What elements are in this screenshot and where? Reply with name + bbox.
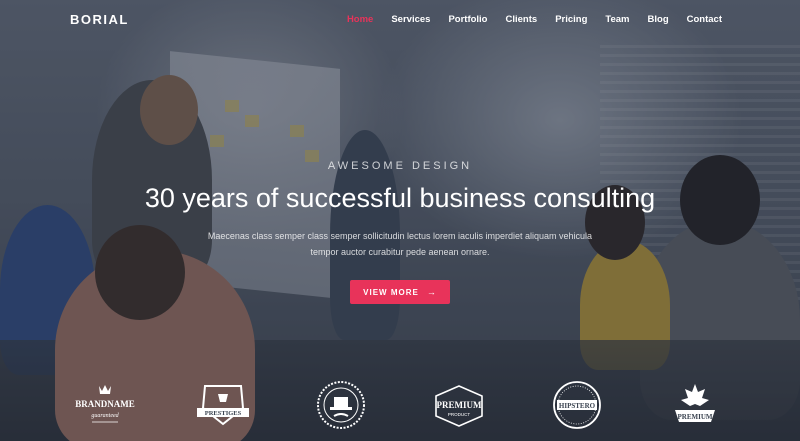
hipstero-logo: HIPSTERO (542, 376, 612, 434)
hero-section: BORIAL Home Services Portfolio Clients P… (0, 0, 800, 441)
nav-item-services[interactable]: Services (391, 14, 430, 25)
prestiges-logo: PRESTIGES (188, 376, 258, 434)
nav-menu: Home Services Portfolio Clients Pricing … (329, 14, 722, 25)
view-more-button[interactable]: VIEW MORE → (350, 280, 450, 304)
hat-badge-logo (306, 376, 376, 434)
brandname-logo: BRANDNAME guaranteed (70, 376, 140, 434)
brand-logo[interactable]: BORIAL (70, 12, 129, 27)
premium-product-logo-text: PREMIUM (437, 400, 482, 410)
nav-item-team[interactable]: Team (605, 14, 629, 25)
brandname-logo-text: BRANDNAME (75, 399, 135, 409)
nav-item-contact[interactable]: Contact (687, 14, 722, 25)
nav-item-portfolio[interactable]: Portfolio (448, 14, 487, 25)
nav-item-home[interactable]: Home (347, 14, 373, 25)
brandname-logo-tagline: guaranteed (91, 413, 119, 419)
hero-eyebrow: AWESOME DESIGN (327, 160, 473, 172)
premium-product-logo: PREMIUM PRODUCT (424, 376, 494, 434)
nav-item-blog[interactable]: Blog (648, 14, 669, 25)
nav-item-pricing[interactable]: Pricing (555, 14, 587, 25)
hero-headline: 30 years of successful business consulti… (144, 183, 656, 213)
prestiges-logo-text: PRESTIGES (205, 410, 242, 417)
premium-product-logo-tagline: PRODUCT (448, 412, 471, 417)
navbar: BORIAL Home Services Portfolio Clients P… (0, 0, 800, 40)
view-more-label: VIEW MORE (363, 287, 419, 297)
hero-subtext: Maecenas class semper class semper solli… (207, 231, 593, 257)
arrow-right-icon: → (426, 287, 437, 297)
nav-item-clients[interactable]: Clients (506, 14, 538, 25)
premium-leaf-logo: PREMIUM (660, 376, 730, 434)
client-logos: BRANDNAME guaranteed PRESTIGES PREMIUM P… (50, 375, 750, 435)
hipstero-logo-text: HIPSTERO (559, 402, 596, 410)
premium-leaf-logo-text: PREMIUM (678, 413, 713, 421)
